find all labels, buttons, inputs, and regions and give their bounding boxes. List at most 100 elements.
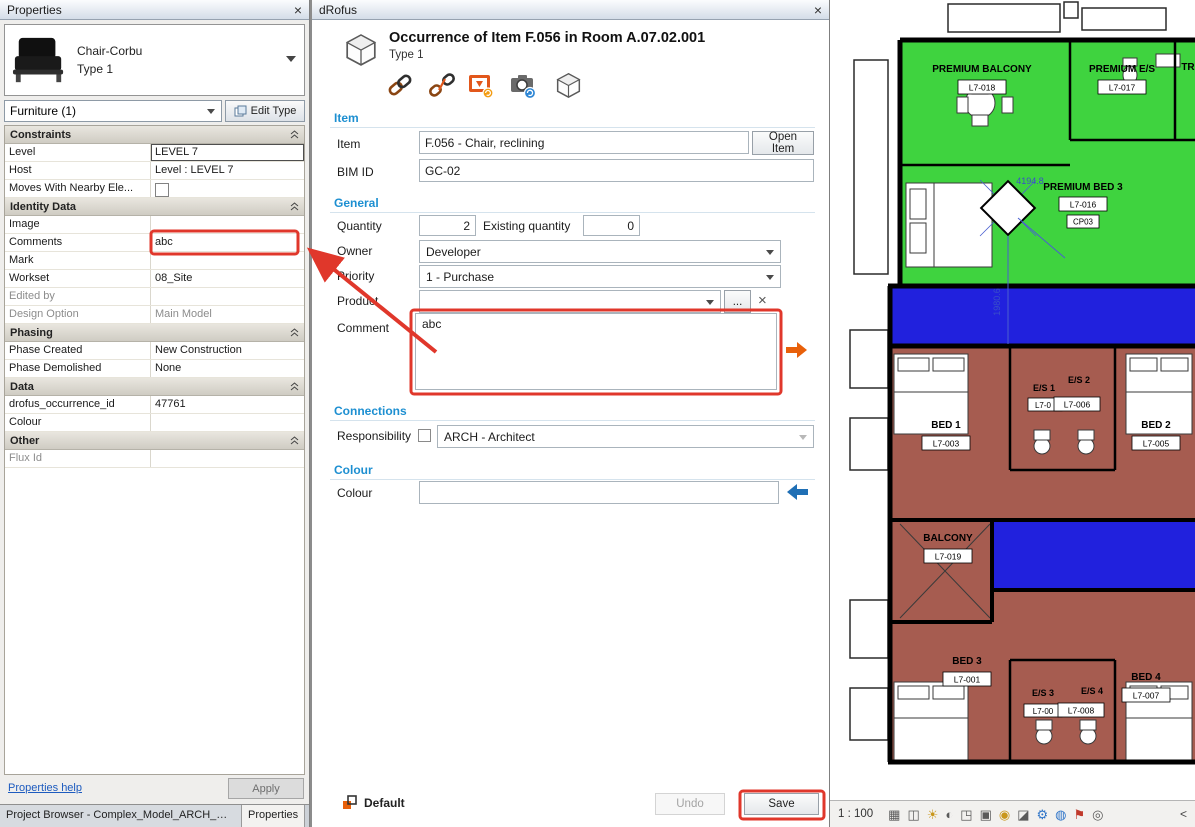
prop-value[interactable] [151, 414, 304, 431]
unlink-icon[interactable] [428, 71, 456, 99]
section-other[interactable]: Other [5, 432, 304, 450]
divider [330, 479, 815, 480]
properties-help-link[interactable]: Properties help [8, 782, 82, 794]
edit-type-button[interactable]: Edit Type [225, 100, 305, 122]
prop-value [151, 288, 304, 305]
close-icon[interactable]: × [294, 3, 302, 17]
prop-label: Workset [5, 270, 151, 287]
responsibility-select[interactable]: ARCH - Architect [437, 425, 814, 448]
category-filter-select[interactable]: Furniture (1) [4, 100, 222, 122]
checkbox[interactable] [155, 183, 169, 197]
drawing-area: 4194.8 1980.6 PREMIUM BALCONY L7-018 PRE… [830, 0, 1195, 827]
prop-label: Level [5, 144, 151, 161]
room-tag: L7-00 [1033, 707, 1054, 716]
pull-from-revit-arrow-icon[interactable] [786, 483, 810, 506]
owner-select[interactable]: Developer [419, 240, 781, 263]
colour-label: Colour [337, 486, 372, 500]
collapse-icon[interactable] [290, 202, 299, 211]
section-constraints[interactable]: Constraints [5, 126, 304, 144]
room-label: E/S 1 [1033, 383, 1055, 393]
comment-textarea[interactable]: abc [415, 313, 777, 390]
comment-label: Comment [337, 321, 389, 335]
visual-style-icon[interactable]: ◫ [907, 808, 919, 821]
prop-value[interactable] [151, 252, 304, 269]
collapse-icon[interactable] [290, 328, 299, 337]
prop-value[interactable] [151, 216, 304, 233]
shadows-icon[interactable]: ◐ [945, 808, 953, 821]
quantity-input[interactable] [419, 215, 476, 236]
priority-select[interactable]: 1 - Purchase [419, 265, 781, 288]
room-tag: L7-0 [1035, 401, 1052, 410]
category-row: Furniture (1) Edit Type [4, 100, 305, 122]
prop-label: Colour [5, 414, 151, 431]
type-selector[interactable]: Chair-Corbu Type 1 [4, 24, 305, 96]
save-button[interactable]: Save [744, 793, 819, 815]
drofus-titlebar[interactable]: dRofus × [312, 0, 829, 20]
family-name: Chair-Corbu [77, 42, 142, 60]
priority-label: Priority [337, 269, 374, 283]
close-icon[interactable]: × [814, 3, 822, 17]
product-select[interactable] [419, 290, 721, 313]
collapse-icon[interactable] [290, 382, 299, 391]
editable-only-icon[interactable]: ⚑ [1074, 808, 1086, 821]
room-tag: L7-005 [1143, 439, 1170, 449]
filter-icon[interactable]: ◍ [1055, 808, 1066, 821]
prop-value-comments[interactable]: abc [151, 234, 304, 251]
bim-id-label: BIM ID [337, 165, 374, 179]
room-tag: L7-017 [1109, 83, 1136, 93]
prop-value[interactable]: 47761 [151, 396, 304, 413]
link-icon[interactable] [386, 71, 414, 99]
prop-value[interactable]: New Construction [151, 342, 304, 359]
push-to-revit-arrow-icon[interactable] [784, 341, 808, 364]
reveal-hidden-icon[interactable]: ◉ [999, 808, 1010, 821]
item-input[interactable] [419, 131, 749, 154]
collapse-icon[interactable] [290, 436, 299, 445]
colour-input[interactable] [419, 481, 779, 504]
detail-level-icon[interactable]: ▦ [888, 808, 900, 821]
show-crop-icon[interactable]: ▣ [980, 808, 992, 821]
section-phasing[interactable]: Phasing [5, 324, 304, 342]
worksharing-display-icon[interactable]: ⚙ [1037, 808, 1049, 821]
room-label: BED 2 [1141, 420, 1171, 431]
tab-project-browser[interactable]: Project Browser - Complex_Model_ARCH_Wi.… [0, 805, 242, 827]
prop-label: drofus_occurrence_id [5, 396, 151, 413]
prop-value[interactable]: 08_Site [151, 270, 304, 287]
drofus-sync-panel-icon[interactable] [466, 71, 494, 99]
divider [330, 212, 815, 213]
section-identity-data[interactable]: Identity Data [5, 198, 304, 216]
apply-button[interactable]: Apply [228, 778, 304, 799]
crop-region-icon[interactable]: ◳ [960, 808, 972, 821]
floor-plan-view[interactable]: 4194.8 1980.6 PREMIUM BALCONY L7-018 PRE… [830, 0, 1195, 800]
collapse-icon[interactable] [290, 130, 299, 139]
open-item-button[interactable]: Open Item [752, 131, 814, 155]
temporary-view-icon[interactable]: ◪ [1017, 808, 1029, 821]
chevron-down-icon[interactable] [286, 56, 296, 62]
default-settings-control[interactable]: Default [342, 795, 405, 810]
item-cube-icon[interactable] [554, 71, 582, 99]
prop-value[interactable]: LEVEL 7 [151, 144, 304, 161]
occurrence-cube-icon [345, 33, 377, 72]
view-scale-control[interactable]: 1 : 100 [838, 808, 873, 820]
responsibility-checkbox[interactable] [418, 429, 431, 442]
category-label: Furniture (1) [10, 104, 76, 118]
prop-value[interactable]: None [151, 360, 304, 377]
camera-refresh-icon[interactable] [508, 71, 536, 99]
colour-section-title: Colour [334, 463, 373, 477]
room-label: PREMIUM BALCONY [932, 64, 1032, 75]
prop-value[interactable]: Level : LEVEL 7 [151, 162, 304, 179]
owner-label: Owner [337, 244, 372, 258]
tab-properties[interactable]: Properties [242, 805, 305, 827]
room-tag: CP03 [1073, 218, 1094, 227]
bim-id-input[interactable] [419, 159, 814, 182]
existing-quantity-input[interactable] [583, 215, 640, 236]
section-data[interactable]: Data [5, 378, 304, 396]
sun-path-icon[interactable]: ☀ [927, 808, 939, 821]
product-browse-button[interactable]: ... [724, 290, 751, 313]
chevron-down-icon [766, 275, 774, 280]
scroll-left-arrow[interactable]: < [1180, 807, 1187, 821]
clear-product-icon[interactable]: × [758, 293, 767, 308]
undo-button[interactable]: Undo [655, 793, 725, 815]
owner-value: Developer [426, 245, 481, 259]
select-options-icon[interactable]: ◎ [1092, 808, 1103, 821]
properties-titlebar[interactable]: Properties × [0, 0, 309, 20]
